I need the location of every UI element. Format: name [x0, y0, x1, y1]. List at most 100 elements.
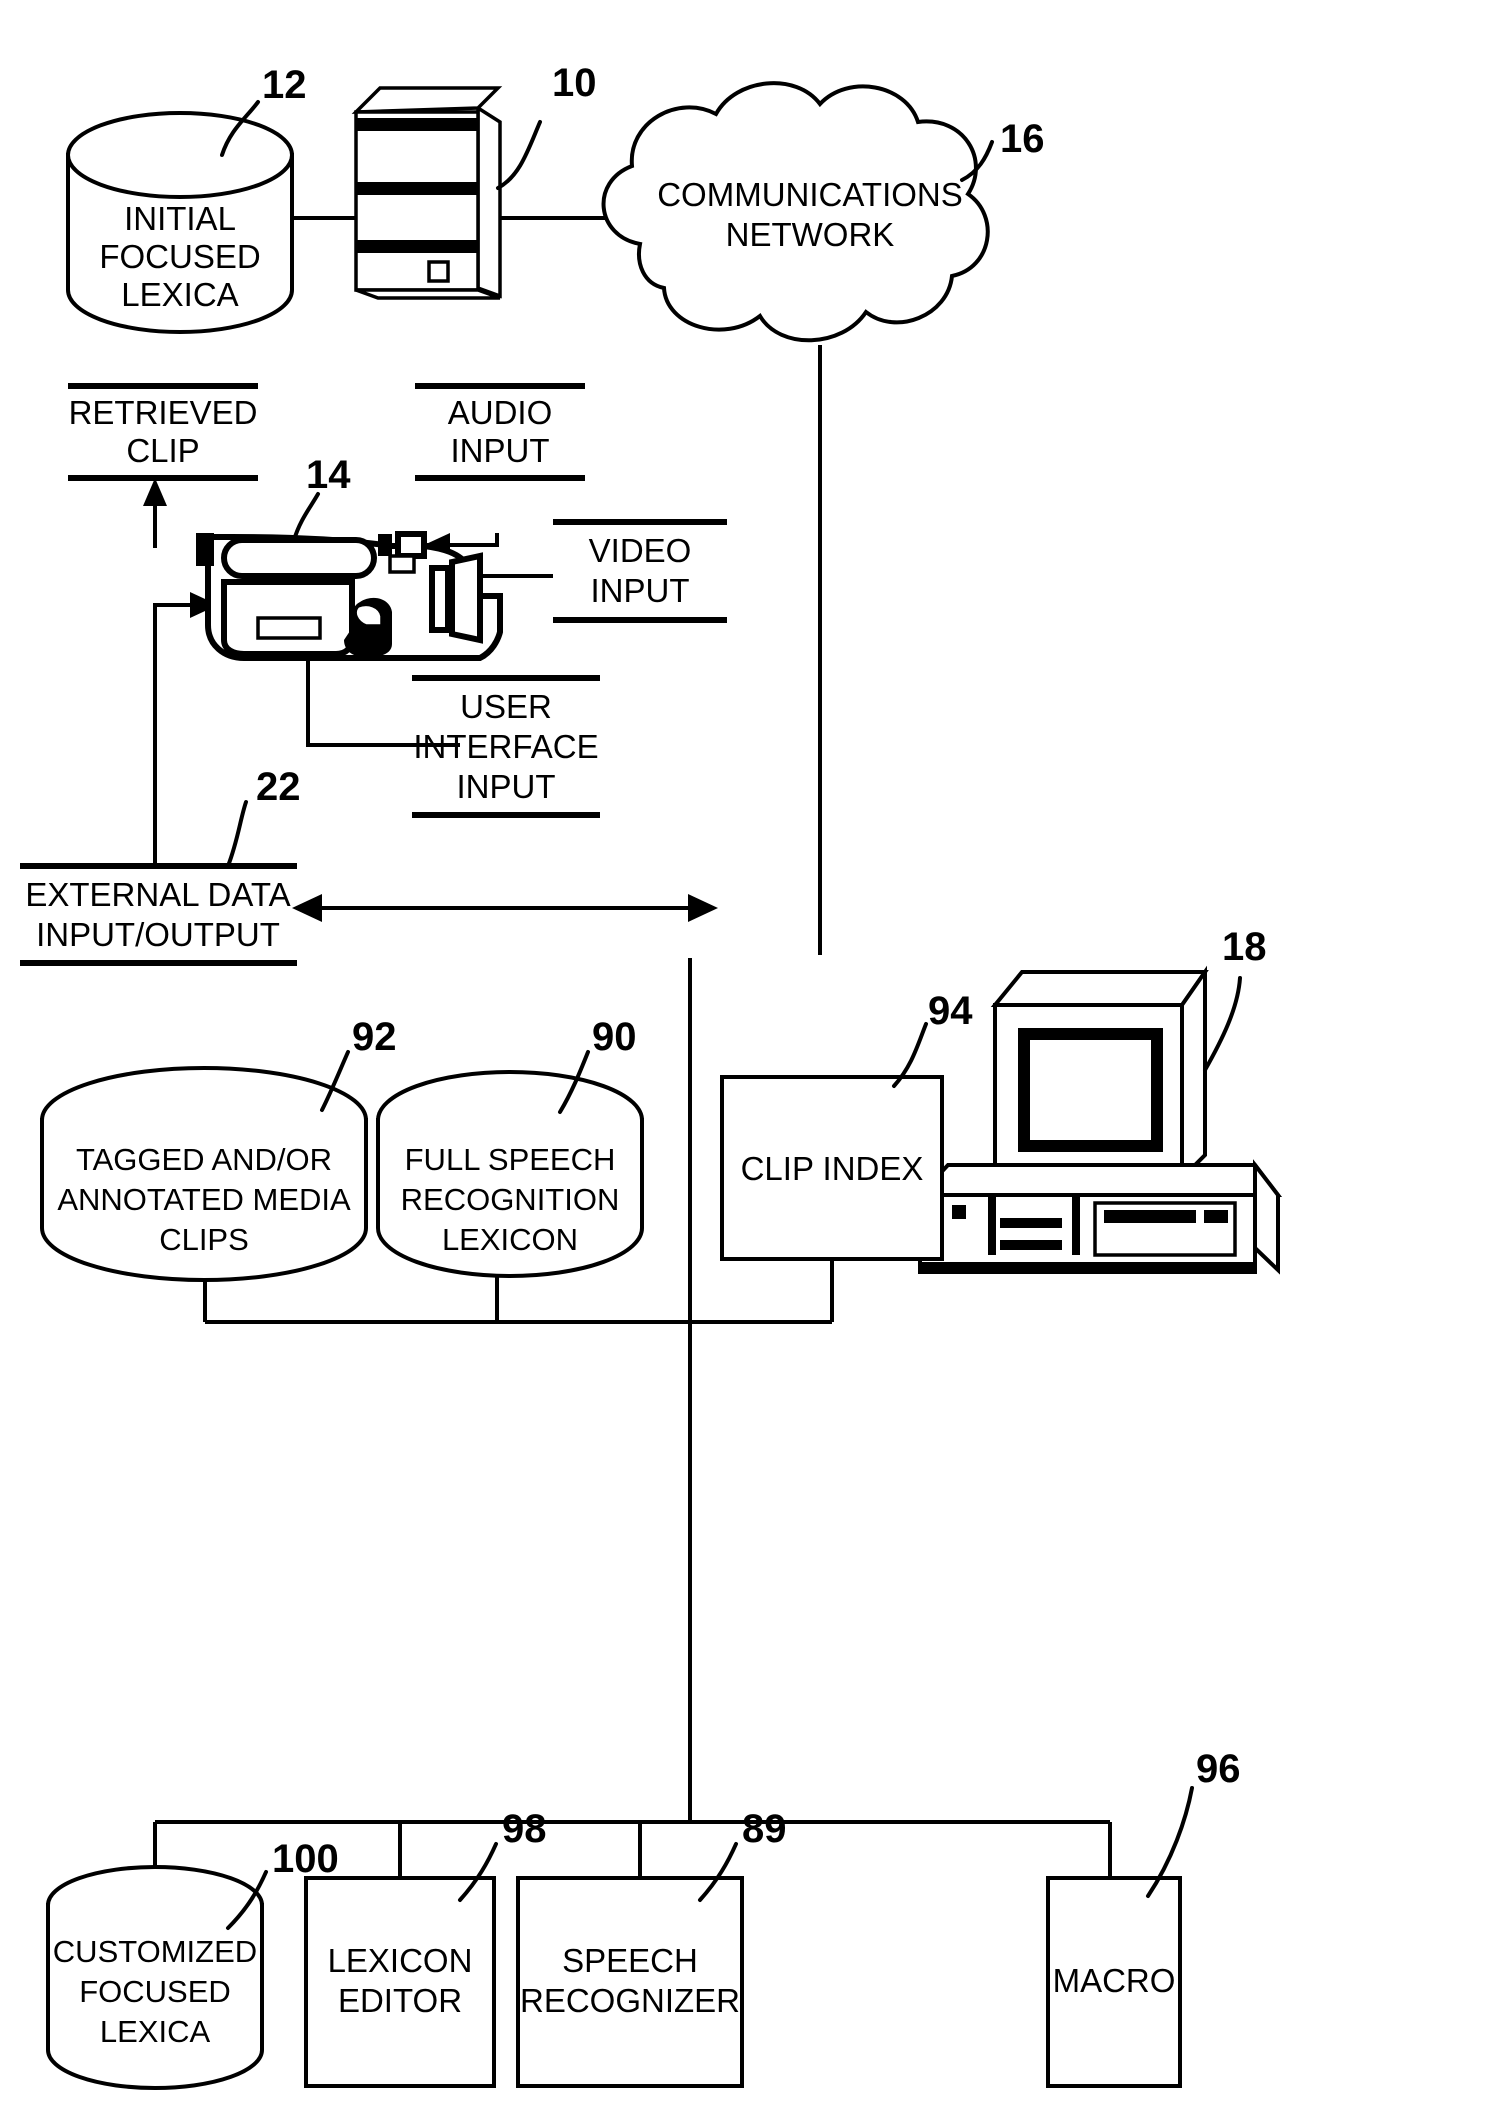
label-lexicon-editor-line1: LEXICON	[328, 1942, 473, 1979]
label-tagged-clips-line3: CLIPS	[159, 1222, 249, 1257]
camcorder-microphone	[395, 531, 427, 559]
server-top-face	[351, 86, 503, 114]
node-server: 10	[351, 61, 597, 300]
refnum-100: 100	[272, 1837, 339, 1881]
monitor-screen	[1030, 1040, 1151, 1140]
node-speech-recognizer: SPEECH RECOGNIZER 89	[516, 1807, 787, 2088]
label-external-data-line1: EXTERNAL DATA	[25, 876, 290, 913]
pc-slot-1	[1000, 1218, 1062, 1228]
label-speech-recognizer-line2: RECOGNIZER	[520, 1982, 740, 2019]
label-full-lexicon-line2: RECOGNITION	[401, 1182, 620, 1217]
pc-floppy-eject	[1204, 1210, 1228, 1223]
label-initial-lexica-line1: INITIAL	[124, 200, 236, 237]
server-front-face	[354, 110, 480, 292]
label-video-input-line1: VIDEO	[589, 532, 692, 569]
leader-10	[496, 120, 542, 190]
refnum-16: 16	[1000, 117, 1045, 161]
server-band-2	[356, 182, 478, 195]
camcorder-mount-bracket	[196, 533, 214, 566]
label-lexicon-editor-line2: EDITOR	[338, 1982, 462, 2019]
server-band-3	[356, 240, 478, 253]
refnum-94: 94	[928, 989, 973, 1033]
node-camcorder: 14	[196, 453, 503, 661]
monitor-top-face	[990, 970, 1209, 1007]
label-full-lexicon-line3: LEXICON	[442, 1222, 578, 1257]
node-workstation: 18	[915, 925, 1283, 1275]
patent-figure-canvas: INITIAL FOCUSED LEXICA 12 10 COMMUNICATI…	[0, 0, 1486, 2123]
pc-led-2	[952, 1205, 966, 1219]
label-customized-lexica-line2: FOCUSED	[79, 1974, 231, 2009]
label-audio-input-line1: AUDIO	[448, 394, 553, 431]
label-macro: MACRO	[1053, 1962, 1176, 1999]
camcorder-mic-mount	[378, 534, 392, 556]
refnum-98: 98	[502, 1807, 547, 1851]
node-audio-input: AUDIO INPUT	[415, 383, 585, 481]
node-video-input: VIDEO INPUT	[553, 519, 727, 623]
node-full-speech-lexicon: FULL SPEECH RECOGNITION LEXICON 90	[376, 1015, 644, 1278]
label-speech-recognizer-line1: SPEECH	[562, 1942, 698, 1979]
camcorder-mic-base	[388, 554, 416, 574]
connector-external-data-to-camcorder	[153, 603, 196, 865]
node-lexicon-editor: LEXICON EDITOR 98	[304, 1807, 547, 2088]
leader-18	[1203, 976, 1242, 1072]
camcorder-panel-slot	[256, 616, 322, 640]
label-retrieved-clip-line2: CLIP	[126, 432, 199, 469]
label-initial-lexica-line2: FOCUSED	[99, 238, 260, 275]
label-retrieved-clip-line1: RETRIEVED	[69, 394, 258, 431]
cylinder-top-initial-lexica	[66, 111, 294, 199]
node-retrieved-clip: RETRIEVED CLIP	[68, 383, 258, 481]
node-clip-index: CLIP INDEX 94	[720, 989, 973, 1261]
server-indicator-light	[427, 260, 450, 283]
arrowhead-workstation-right	[688, 894, 718, 922]
arrowhead-external-data-left	[292, 894, 322, 922]
label-audio-input-line2: INPUT	[451, 432, 550, 469]
node-tagged-media-clips: TAGGED AND/OR ANNOTATED MEDIA CLIPS 92	[40, 1015, 397, 1282]
label-customized-lexica-line3: LEXICA	[100, 2014, 211, 2049]
monitor-side-face	[1180, 965, 1207, 1183]
label-full-lexicon-line1: FULL SPEECH	[405, 1142, 616, 1177]
node-external-data-io: EXTERNAL DATA INPUT/OUTPUT 22	[20, 765, 301, 966]
refnum-12: 12	[262, 63, 307, 107]
refnum-89: 89	[742, 1807, 787, 1851]
server-base	[355, 288, 501, 300]
pc-floppy-slot	[1104, 1210, 1196, 1223]
refnum-18: 18	[1222, 925, 1267, 969]
refnum-14: 14	[306, 453, 351, 497]
patent-block-diagram: INITIAL FOCUSED LEXICA 12 10 COMMUNICATI…	[20, 61, 1283, 2090]
pc-base-top-face	[915, 1163, 1283, 1197]
server-band-1	[356, 118, 478, 131]
label-customized-lexica-line1: CUSTOMIZED	[53, 1934, 257, 1969]
node-customized-lexica: CUSTOMIZED FOCUSED LEXICA 100	[46, 1837, 339, 2090]
refnum-90: 90	[592, 1015, 637, 1059]
pc-front-divider-2	[1072, 1195, 1080, 1255]
label-network-line1: COMMUNICATIONS	[657, 176, 963, 213]
leader-22	[226, 800, 248, 868]
camcorder-lens-hood	[449, 552, 483, 644]
pc-front-divider-1	[988, 1195, 996, 1255]
label-external-data-line2: INPUT/OUTPUT	[36, 916, 280, 953]
refnum-10: 10	[552, 61, 597, 105]
node-initial-focused-lexica: INITIAL FOCUSED LEXICA 12	[66, 63, 307, 334]
refnum-96: 96	[1196, 1747, 1241, 1791]
label-network-line2: NETWORK	[726, 216, 895, 253]
camcorder-grip-highlight	[353, 602, 384, 628]
pc-base-foot	[920, 1262, 1255, 1272]
label-tagged-clips-line2: ANNOTATED MEDIA	[57, 1182, 351, 1217]
label-ui-input-line3: INPUT	[457, 768, 556, 805]
label-ui-input-line2: INTERFACE	[413, 728, 598, 765]
arrowhead-retrieved-clip	[143, 478, 167, 506]
node-communications-network: COMMUNICATIONS NETWORK 16	[601, 81, 1045, 343]
server-side-panel	[476, 104, 502, 299]
pc-slot-2	[1000, 1240, 1062, 1250]
label-tagged-clips-line1: TAGGED AND/OR	[76, 1142, 332, 1177]
label-clip-index: CLIP INDEX	[741, 1150, 924, 1187]
node-user-interface-input: USER INTERFACE INPUT	[412, 675, 600, 818]
label-video-input-line2: INPUT	[591, 572, 690, 609]
camcorder-viewfinder	[221, 537, 377, 579]
label-ui-input-line1: USER	[460, 688, 552, 725]
node-macro: MACRO 96	[1046, 1747, 1241, 2088]
refnum-22: 22	[256, 765, 301, 809]
leader-14	[292, 492, 320, 542]
pc-base-side-face	[1253, 1159, 1280, 1275]
camcorder-lens-barrel	[429, 565, 451, 633]
